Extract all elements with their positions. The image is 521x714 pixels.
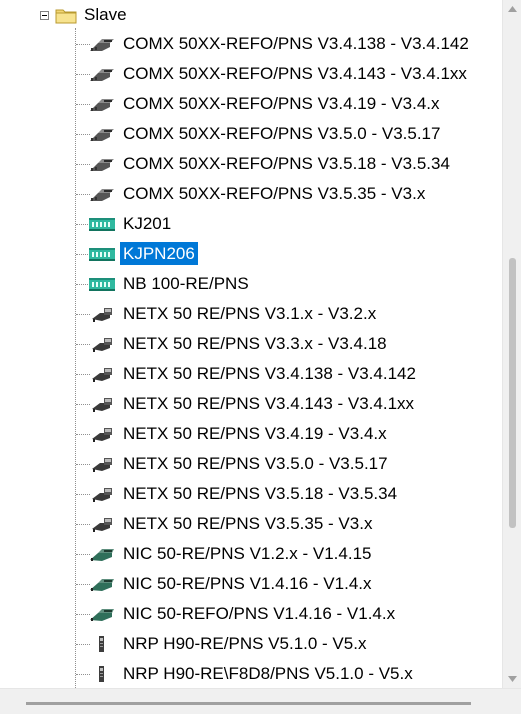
tree-item[interactable]: COMX 50XX-REFO/PNS V3.4.138 - V3.4.142 xyxy=(0,30,502,58)
tree-item-label: COMX 50XX-REFO/PNS V3.4.19 - V3.4.x xyxy=(123,94,440,113)
tree-item[interactable]: KJPN206 xyxy=(0,240,502,268)
tree-item-label: NB 100-RE/PNS xyxy=(123,274,249,293)
tree-item-label: NETX 50 RE/PNS V3.5.35 - V3.x xyxy=(123,514,373,533)
tree-item[interactable]: NIC 50-RE/PNS V1.2.x - V1.4.15 xyxy=(0,540,502,568)
comx-module-icon xyxy=(88,185,116,203)
netx-chip-icon xyxy=(88,335,116,353)
nic-module-icon xyxy=(88,575,116,593)
tree-item[interactable]: COMX 50XX-REFO/PNS V3.5.0 - V3.5.17 xyxy=(0,120,502,148)
tree-item-label: KJ201 xyxy=(123,214,172,233)
nic-module-icon xyxy=(88,605,116,623)
nic-module-icon xyxy=(88,545,116,563)
netx-chip-icon xyxy=(88,455,116,473)
tree-item[interactable]: NETX 50 RE/PNS V3.4.138 - V3.4.142 xyxy=(0,360,502,388)
vertical-scrollbar[interactable] xyxy=(502,0,521,688)
tree-item[interactable]: COMX 50XX-REFO/PNS V3.5.18 - V3.5.34 xyxy=(0,150,502,178)
tree-item-label: NETX 50 RE/PNS V3.4.138 - V3.4.142 xyxy=(123,364,416,383)
tree-item[interactable]: COMX 50XX-REFO/PNS V3.5.35 - V3.x xyxy=(0,180,502,208)
tree-item[interactable]: NETX 50 RE/PNS V3.4.143 - V3.4.1xx xyxy=(0,390,502,418)
netx-chip-icon xyxy=(88,305,116,323)
tree-item[interactable]: NETX 50 RE/PNS V3.5.35 - V3.x xyxy=(0,510,502,538)
io-card-icon xyxy=(88,245,116,263)
collapse-toggle[interactable] xyxy=(40,10,49,20)
tree-item-label: COMX 50XX-REFO/PNS V3.5.18 - V3.5.34 xyxy=(123,154,450,173)
tree-item-label: NIC 50-RE/PNS V1.4.16 - V1.4.x xyxy=(123,574,372,593)
tree-item-label: NETX 50 RE/PNS V3.4.143 - V3.4.1xx xyxy=(123,394,415,413)
tree-item[interactable]: NRP H90-RE/PNS V5.1.0 - V5.x xyxy=(0,630,502,658)
netx-chip-icon xyxy=(88,425,116,443)
tree-node-label: Slave xyxy=(84,5,127,24)
tree-item[interactable]: COMX 50XX-REFO/PNS V3.4.143 - V3.4.1xx xyxy=(0,60,502,88)
netx-chip-icon xyxy=(88,395,116,413)
io-card-icon xyxy=(88,215,116,233)
tree-item[interactable]: NETX 50 RE/PNS V3.5.0 - V3.5.17 xyxy=(0,450,502,478)
tree-item-label: NRP H90-RE\F8D8/PNS V5.1.0 - V5.x xyxy=(123,664,413,683)
tree-item-label: COMX 50XX-REFO/PNS V3.5.0 - V3.5.17 xyxy=(123,124,441,143)
horizontal-scrollbar[interactable] xyxy=(0,688,521,714)
tree-item-label: NIC 50-REFO/PNS V1.4.16 - V1.4.x xyxy=(123,604,396,623)
nrp-device-icon xyxy=(88,635,116,653)
tree-item[interactable]: NETX 50 RE/PNS V3.4.19 - V3.4.x xyxy=(0,420,502,448)
tree-item-label: NIC 50-RE/PNS V1.2.x - V1.4.15 xyxy=(123,544,372,563)
comx-module-icon xyxy=(88,95,116,113)
tree-item[interactable]: NIC 50-RE/PNS V1.4.16 - V1.4.x xyxy=(0,570,502,598)
tree-item[interactable]: NRP H90-RE\F8D8/PNS V5.1.0 - V5.x xyxy=(0,660,502,688)
tree-item[interactable]: NETX 50 RE/PNS V3.5.18 - V3.5.34 xyxy=(0,480,502,508)
tree-item-label: NETX 50 RE/PNS V3.3.x - V3.4.18 xyxy=(123,334,387,353)
scroll-up-arrow-icon[interactable] xyxy=(503,0,521,18)
scroll-down-arrow-icon[interactable] xyxy=(503,670,521,688)
tree-node-slave[interactable]: Slave xyxy=(40,4,127,26)
tree-item-label: NETX 50 RE/PNS V3.5.0 - V3.5.17 xyxy=(123,454,388,473)
netx-chip-icon xyxy=(88,485,116,503)
scrollbar-thumb[interactable] xyxy=(509,258,516,528)
tree-item-label: KJPN206 xyxy=(120,242,198,265)
tree-item-label: COMX 50XX-REFO/PNS V3.4.138 - V3.4.142 xyxy=(123,34,469,53)
tree-item-label: NETX 50 RE/PNS V3.5.18 - V3.5.34 xyxy=(123,484,398,503)
tree-item[interactable]: KJ201 xyxy=(0,210,502,238)
device-tree[interactable]: Slave COMX 50XX-REFO/PNS V3.4.138 - V3.4… xyxy=(0,0,502,688)
tree-item-label: COMX 50XX-REFO/PNS V3.5.35 - V3.x xyxy=(123,184,426,203)
comx-module-icon xyxy=(88,125,116,143)
tree-item[interactable]: NIC 50-REFO/PNS V1.4.16 - V1.4.x xyxy=(0,600,502,628)
comx-module-icon xyxy=(88,65,116,83)
tree-item-label: COMX 50XX-REFO/PNS V3.4.143 - V3.4.1xx xyxy=(123,64,467,83)
netx-chip-icon xyxy=(88,365,116,383)
nrp-device-icon xyxy=(88,665,116,683)
comx-module-icon xyxy=(88,155,116,173)
tree-item[interactable]: NB 100-RE/PNS xyxy=(0,270,502,298)
tree-item-label: NETX 50 RE/PNS V3.1.x - V3.2.x xyxy=(123,304,377,323)
folder-icon xyxy=(55,9,77,23)
horizontal-scrollbar-thumb[interactable] xyxy=(26,702,471,705)
comx-module-icon xyxy=(88,35,116,53)
netx-chip-icon xyxy=(88,515,116,533)
tree-item[interactable]: NETX 50 RE/PNS V3.3.x - V3.4.18 xyxy=(0,330,502,358)
tree-item[interactable]: NETX 50 RE/PNS V3.1.x - V3.2.x xyxy=(0,300,502,328)
tree-item[interactable]: COMX 50XX-REFO/PNS V3.4.19 - V3.4.x xyxy=(0,90,502,118)
tree-item-label: NETX 50 RE/PNS V3.4.19 - V3.4.x xyxy=(123,424,387,443)
io-card-icon xyxy=(88,275,116,293)
tree-item-label: NRP H90-RE/PNS V5.1.0 - V5.x xyxy=(123,634,367,653)
